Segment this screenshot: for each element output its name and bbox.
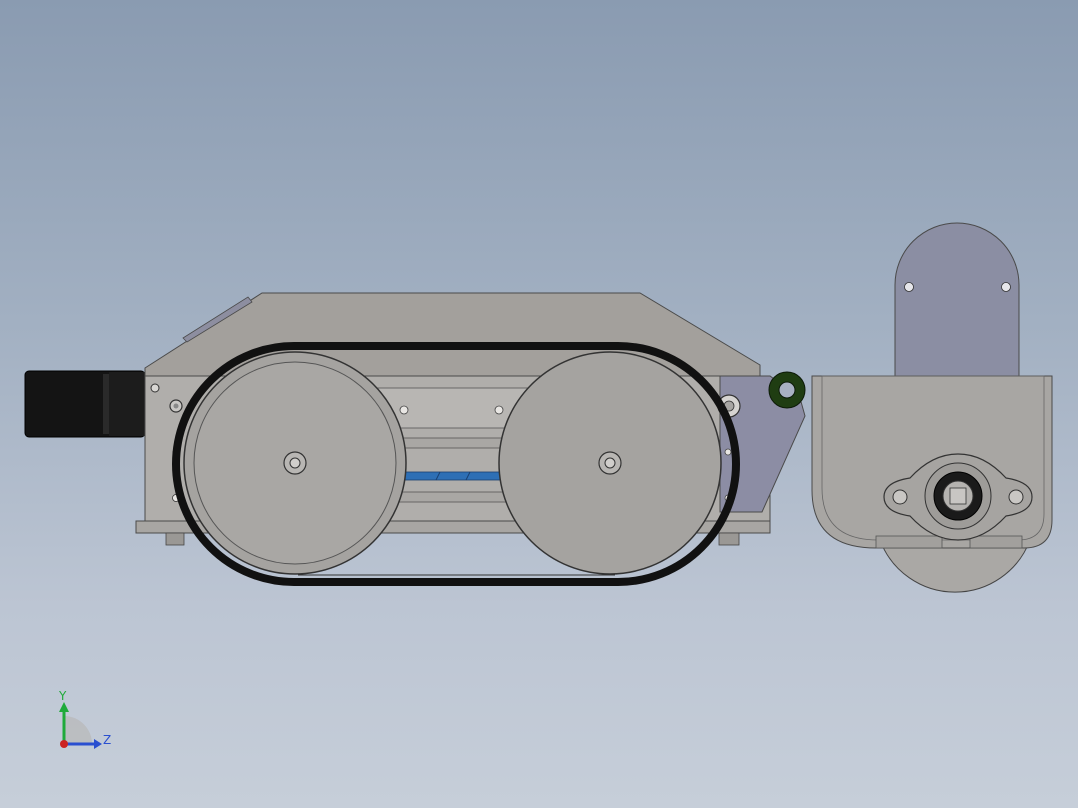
coordinate-triad: Y Z: [58, 689, 111, 749]
drive-motor[interactable]: [24, 370, 146, 438]
bearing-housing[interactable]: [811, 375, 1053, 549]
cad-model-view[interactable]: [0, 0, 1078, 808]
green-o-ring[interactable]: [768, 371, 806, 409]
drive-wheel-right[interactable]: [498, 351, 722, 575]
drive-wheel-left[interactable]: [183, 351, 407, 575]
graphics-viewport[interactable]: Y Z: [0, 0, 1078, 808]
upright-plate[interactable]: [894, 222, 1020, 379]
bolt: [150, 383, 160, 393]
y-axis-label: Y: [58, 689, 67, 703]
x-axis-icon: [60, 740, 68, 748]
z-axis-label: Z: [103, 733, 111, 747]
blue-strip: [399, 471, 511, 481]
